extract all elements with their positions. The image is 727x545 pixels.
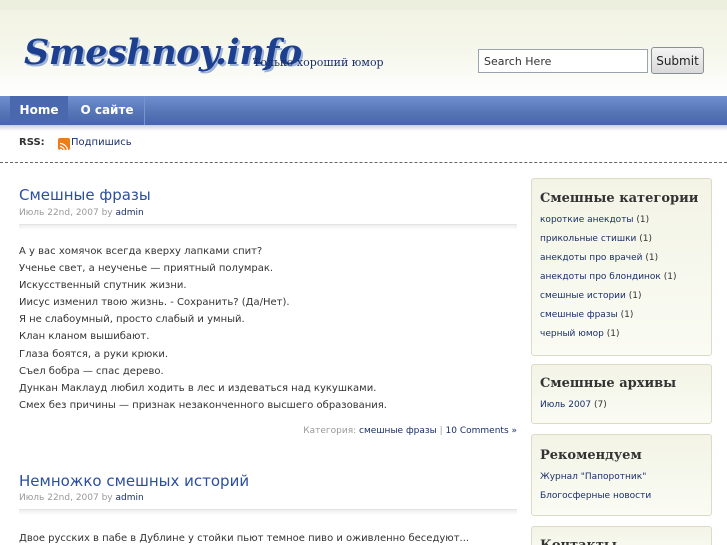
widget-title: Контакты: [532, 527, 711, 545]
post-line: Глаза боятся, а руки крюки.: [19, 348, 169, 360]
comments-link[interactable]: 10 Comments »: [446, 426, 517, 436]
search-submit-button[interactable]: Submit: [651, 47, 704, 74]
category-item[interactable]: короткие анекдоты (1): [532, 211, 711, 230]
widget-title: Рекомендуем: [540, 448, 642, 463]
post-line: Клан кланом вышибают.: [19, 331, 150, 343]
post-author-link[interactable]: admin: [115, 208, 143, 218]
category-item[interactable]: смешные истории (1): [532, 287, 711, 306]
post-body: А у вас хомячок всегда кверху лапками сп…: [19, 243, 387, 414]
post-meta: Июль 22nd, 2007 by admin: [19, 208, 144, 218]
archive-item[interactable]: Июль 2007 (7): [532, 396, 711, 415]
post-rule: [19, 509, 517, 515]
recommend-link[interactable]: Журнал "Папоротник": [532, 468, 711, 487]
category-item[interactable]: смешные фразы (1): [532, 306, 711, 325]
post-title[interactable]: Смешные фразы: [19, 186, 151, 204]
widget-partial: Контакты: [531, 526, 712, 545]
post-line: Ученье свет, а неученье — приятный полум…: [19, 263, 274, 275]
nav-shadow: [0, 125, 727, 131]
rss-label: RSS:: [19, 137, 45, 148]
main-nav: Home О сайте: [0, 96, 727, 125]
search-input[interactable]: [478, 49, 648, 73]
category-link[interactable]: смешные фразы: [359, 426, 437, 436]
category-item[interactable]: прикольные стишки (1): [532, 230, 711, 249]
widget-title: Смешные архивы: [540, 376, 677, 391]
post-line: Я не слабоумный, просто слабый и умный.: [19, 314, 245, 326]
widget-archives: Смешные архивы Июль 2007 (7): [531, 364, 712, 424]
nav-item-home[interactable]: Home: [10, 96, 68, 125]
post-line: Съел бобра — спас дерево.: [19, 365, 164, 377]
post-author-link[interactable]: admin: [115, 493, 143, 503]
post-rule: [19, 224, 517, 230]
rss-icon[interactable]: [58, 138, 70, 152]
category-item[interactable]: черный юмор (1): [532, 325, 711, 344]
category-item[interactable]: анекдоты про врачей (1): [532, 249, 711, 268]
widget-categories: Смешные категории короткие анекдоты (1) …: [531, 178, 712, 356]
recommend-link[interactable]: Блогосферные новости: [532, 487, 711, 506]
widget-recommend: Рекомендуем Журнал "Папоротник" Блогосфе…: [531, 434, 712, 516]
post-line: Дункан Маклауд любил ходить в лес и изде…: [19, 382, 377, 394]
rss-subscribe-link[interactable]: Подпишись: [71, 137, 132, 148]
post-date: Июль 22nd, 2007 by: [19, 208, 116, 218]
site-header: Smeshnoy.info Только хороший юмор Submit: [0, 0, 727, 96]
post-line: А у вас хомячок всегда кверху лапками сп…: [19, 246, 263, 257]
post-title[interactable]: Немножко смешных историй: [19, 472, 249, 490]
category-item[interactable]: анекдоты про блондинок (1): [532, 268, 711, 287]
post-line: Искусственный спутник жизни.: [19, 280, 187, 292]
nav-item-about[interactable]: О сайте: [70, 96, 145, 125]
category-label: Категория:: [303, 426, 360, 436]
post-line: Смех без причины — признак незаконченног…: [19, 399, 387, 411]
footer-separator: |: [436, 426, 446, 436]
post-meta: Июль 22nd, 2007 by admin: [19, 493, 144, 503]
site-tagline: Только хороший юмор: [253, 56, 384, 69]
widget-title: Смешные категории: [540, 191, 699, 206]
divider: [0, 162, 727, 163]
post-line: Иисус изменил твою жизнь. - Сохранить? (…: [19, 297, 290, 309]
post-footer: Категория: смешные фразы | 10 Comments »: [19, 426, 517, 436]
post-body: Двое русских в пабе в Дублине у стойки п…: [19, 530, 469, 545]
post-line: Двое русских в пабе в Дублине у стойки п…: [19, 533, 470, 544]
post-date: Июль 22nd, 2007 by: [19, 493, 116, 503]
